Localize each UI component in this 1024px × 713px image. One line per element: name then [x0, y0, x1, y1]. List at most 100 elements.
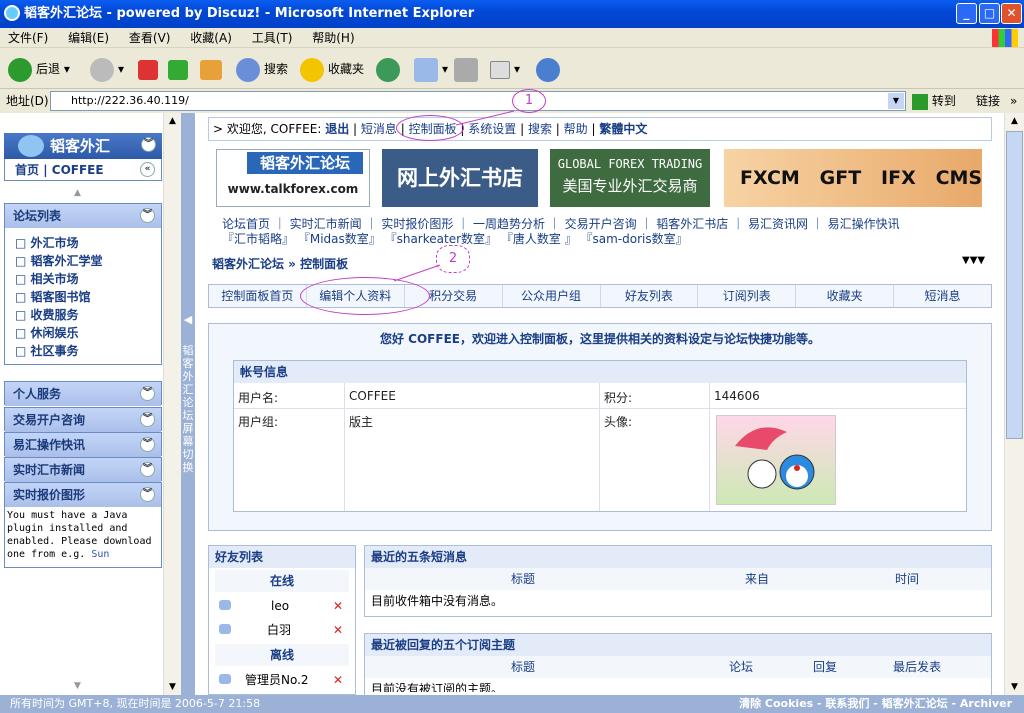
footer-links[interactable]: 清除 Cookies - 联系我们 - 韬客外汇论坛 - Archiver — [739, 695, 1012, 713]
tab-friends[interactable]: 好友列表 — [601, 285, 699, 307]
menu-file[interactable]: 文件(F) — [0, 28, 56, 48]
section-account[interactable]: 交易开户咨询 ︾ — [4, 407, 162, 432]
tab-cp-home[interactable]: 控制面板首页 — [209, 285, 307, 307]
delete-icon[interactable]: ✕ — [333, 668, 343, 692]
site-links: 论坛首页 ｜ 实时汇市新闻 ｜ 实时报价图形 ｜ 一周趋势分析 ｜ 交易开户咨询… — [222, 217, 900, 246]
forum-item[interactable]: □ 社区事务 — [5, 342, 161, 360]
chevron-down-icon[interactable]: ︾ — [140, 412, 155, 427]
forum-list-header[interactable]: 论坛列表 ︾ — [5, 204, 161, 228]
friend-name[interactable]: 白羽 — [267, 618, 291, 642]
link-strategy[interactable]: 『汇市韬略』 — [222, 232, 294, 246]
go-button[interactable]: 转到 — [912, 90, 956, 112]
delete-icon[interactable]: ✕ — [333, 618, 343, 642]
chevron-down-icon[interactable]: ︾ — [140, 437, 155, 452]
help-link[interactable]: 帮助 — [564, 122, 588, 136]
link-flash[interactable]: 易汇操作快讯 — [828, 217, 900, 231]
forum-item[interactable]: □ 相关市场 — [5, 270, 161, 288]
menu-help[interactable]: 帮助(H) — [304, 28, 362, 48]
menu-edit[interactable]: 编辑(E) — [60, 28, 117, 48]
link-midas[interactable]: 『Midas数室』 — [298, 232, 381, 246]
links-toolbar[interactable]: 链接 — [976, 90, 1000, 112]
favorites-button[interactable]: 收藏夹 — [300, 55, 364, 83]
traditional-link[interactable]: 繁體中文 — [599, 122, 647, 136]
main-scrollbar[interactable]: ▲ ▼ — [1004, 113, 1024, 695]
windows-logo-icon — [992, 29, 1018, 47]
menu-tools[interactable]: 工具(T) — [244, 28, 301, 48]
link-tang[interactable]: 『唐人数室 』 — [501, 232, 577, 246]
banner-gft[interactable]: GLOBAL FOREX TRADING 美国专业外汇交易商 — [550, 149, 710, 207]
search-button[interactable]: 搜索 — [236, 55, 288, 83]
link-weekly[interactable]: 一周趋势分析 — [473, 217, 545, 231]
sidebar-user-link[interactable]: COFFEE — [52, 163, 104, 177]
chevron-down-icon[interactable]: ︾ — [140, 386, 155, 401]
tab-messages[interactable]: 短消息 — [894, 285, 991, 307]
close-button[interactable]: ✕ — [1001, 3, 1022, 24]
scroll-down-icon[interactable]: ▼ — [1005, 682, 1024, 692]
tab-usergroups[interactable]: 公众用户组 — [503, 285, 601, 307]
section-personal[interactable]: 个人服务 ︾ — [4, 381, 162, 406]
collapse-icon[interactable]: ︾ — [141, 137, 156, 152]
chevron-down-icon[interactable]: ︾ — [140, 487, 155, 502]
sidebar-home-link[interactable]: 首页 — [15, 163, 39, 177]
triple-arrow-icon[interactable]: ▼▼▼ — [962, 255, 985, 266]
double-left-icon[interactable]: « — [140, 162, 155, 177]
scroll-up-icon[interactable]: ▲ — [1005, 116, 1024, 126]
scroll-thumb[interactable] — [1006, 131, 1023, 439]
history-button[interactable] — [376, 55, 404, 83]
maximize-button[interactable]: □ — [979, 3, 1000, 24]
forum-item[interactable]: □ 休闲娱乐 — [5, 324, 161, 342]
link-bookstore[interactable]: 韬客外汇书店 — [656, 217, 728, 231]
link-shark[interactable]: 『sharkeater数室』 — [385, 232, 497, 246]
tab-subscriptions[interactable]: 订阅列表 — [698, 285, 797, 307]
message-icon[interactable] — [219, 600, 231, 610]
back-button[interactable]: 后退 ▾ — [8, 55, 70, 83]
forward-button[interactable]: ▾ — [90, 55, 124, 83]
delete-icon[interactable]: ✕ — [333, 594, 343, 618]
mail-button[interactable]: ▾ — [414, 55, 448, 83]
messenger-button[interactable] — [536, 55, 564, 83]
friend-name[interactable]: leo — [271, 594, 289, 618]
sidebar-toggle[interactable]: ◀ 韬客外汇论坛屏幕切换 — [181, 113, 195, 695]
banner-talkforex[interactable]: 韬客外汇论坛 www.talkforex.com — [216, 149, 370, 207]
stop-button[interactable] — [138, 55, 162, 83]
sun-link[interactable]: Sun — [91, 549, 109, 560]
refresh-button[interactable] — [168, 55, 192, 83]
dropdown-arrow-icon[interactable]: ▼ — [888, 93, 904, 109]
section-flash[interactable]: 易汇操作快讯 ︾ — [4, 432, 162, 457]
chevron-down-icon[interactable]: ︾ — [140, 462, 155, 477]
section-news[interactable]: 实时汇市新闻 ︾ — [4, 457, 162, 482]
link-account[interactable]: 交易开户咨询 — [565, 217, 637, 231]
banner-brokers[interactable]: FXCM GFT IFX CMS — [724, 149, 982, 207]
edit-button[interactable]: ▾ — [490, 55, 520, 83]
search-link[interactable]: 搜索 — [528, 122, 552, 136]
chevron-down-icon[interactable]: ︾ — [140, 208, 155, 223]
menu-view[interactable]: 查看(V) — [121, 28, 179, 48]
scroll-down-icon[interactable]: ▼ — [74, 681, 81, 691]
sidebar-scrollbar[interactable]: ▲ ▼ — [163, 113, 181, 695]
address-input[interactable]: http://222.36.40.119/ ▼ — [50, 91, 906, 111]
tab-favorites[interactable]: 收藏夹 — [796, 285, 895, 307]
home-button[interactable] — [200, 55, 226, 83]
friend-name[interactable]: 管理员No.2 — [245, 668, 309, 692]
banner-bookstore[interactable]: 网上外汇书店 — [382, 149, 538, 207]
message-icon[interactable] — [219, 624, 231, 634]
forum-item[interactable]: □ 外汇市场 — [5, 234, 161, 252]
minimize-button[interactable]: _ — [956, 3, 977, 24]
menu-favorites[interactable]: 收藏(A) — [182, 28, 240, 48]
message-icon[interactable] — [219, 674, 231, 684]
forum-item[interactable]: □ 收费服务 — [5, 306, 161, 324]
offline-header: 离线 — [215, 644, 349, 666]
pm-link[interactable]: 短消息 — [361, 122, 397, 136]
chevron-right-icon[interactable]: » — [1010, 90, 1017, 112]
link-home[interactable]: 论坛首页 — [222, 217, 270, 231]
link-yihui[interactable]: 易汇资讯网 — [748, 217, 808, 231]
link-news[interactable]: 实时汇市新闻 — [290, 217, 362, 231]
forum-item[interactable]: □ 韬客外汇学堂 — [5, 252, 161, 270]
print-button[interactable] — [454, 55, 482, 83]
forum-item[interactable]: □ 韬客图书馆 — [5, 288, 161, 306]
link-quotes[interactable]: 实时报价图形 — [381, 217, 453, 231]
logout-link[interactable]: 退出 — [325, 122, 349, 136]
avatar-label: 头像: — [604, 415, 633, 429]
link-sam[interactable]: 『sam-doris数室』 — [581, 232, 688, 246]
scroll-up-icon[interactable]: ▲ — [74, 188, 81, 198]
